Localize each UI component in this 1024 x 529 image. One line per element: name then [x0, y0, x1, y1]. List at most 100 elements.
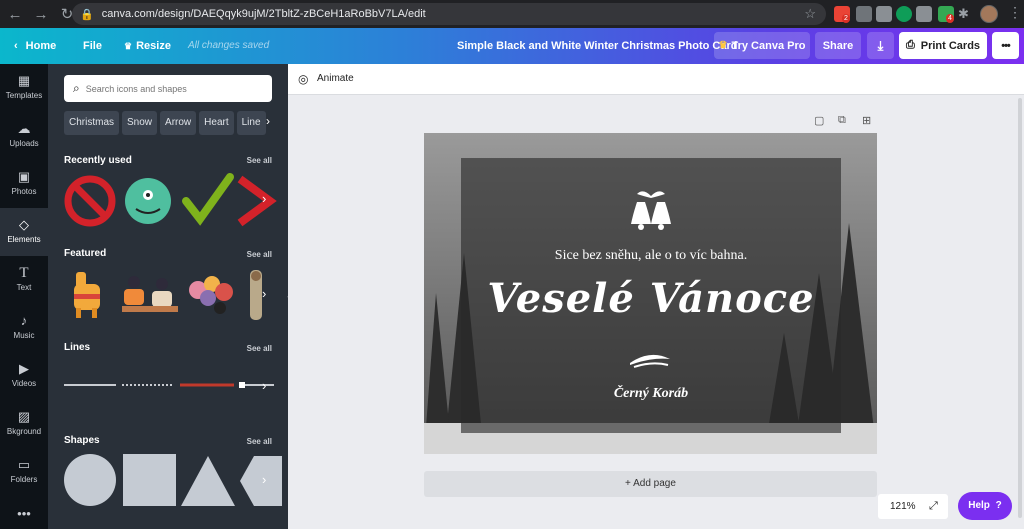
- chevron-right-icon[interactable]: ›: [262, 378, 266, 393]
- square-shape[interactable]: [123, 454, 176, 506]
- animate-button[interactable]: Animate: [317, 73, 354, 84]
- shapes-heading: Shapes: [64, 435, 100, 446]
- card-tagline[interactable]: Sice bez sněhu, ale o to víc bahna.: [461, 248, 841, 264]
- christmas-bells-icon[interactable]: [629, 188, 673, 230]
- search-box[interactable]: ⌕: [64, 75, 272, 102]
- cloud-upload-icon: ☁: [17, 121, 31, 136]
- question-icon: ?: [995, 500, 1002, 511]
- download-button[interactable]: ⤓: [867, 32, 894, 59]
- download-icon: ⤓: [877, 37, 884, 53]
- music-note-icon: ♪: [20, 313, 28, 328]
- sidebar-item-uploads[interactable]: ☁ Uploads: [0, 112, 48, 160]
- animate-toolbar: ◎ Animate: [288, 64, 1024, 95]
- resize-button[interactable]: ♛ Resize: [124, 28, 171, 64]
- circle-shape[interactable]: [64, 454, 116, 506]
- print-extension-icon[interactable]: [876, 6, 892, 22]
- text-t-icon: T: [19, 265, 29, 281]
- add-page-icon[interactable]: ⊞: [862, 114, 871, 127]
- animate-icon[interactable]: ◎: [298, 72, 308, 86]
- more-options-button[interactable]: •••: [992, 32, 1019, 59]
- duplicate-page-icon[interactable]: ⧉: [838, 114, 846, 127]
- file-menu-button[interactable]: File: [83, 28, 102, 64]
- camera-extension-icon[interactable]: [916, 6, 932, 22]
- sidebar-item-text[interactable]: T Text: [0, 256, 48, 304]
- chip-christmas[interactable]: Christmas: [64, 111, 120, 135]
- sidebar-item-templates[interactable]: ▦ Templates: [0, 64, 48, 112]
- flower-bouquet-illustration[interactable]: [189, 276, 233, 314]
- sidebar-item-videos[interactable]: ▶ Videos: [0, 352, 48, 400]
- editor-topbar: ‹ Home File ♛ Resize All changes saved Sim…: [0, 28, 1024, 64]
- chip-heart[interactable]: Heart: [199, 111, 234, 135]
- sidebar-item-more[interactable]: •••: [0, 496, 48, 529]
- chip-arrow[interactable]: Arrow: [160, 111, 197, 135]
- lines-row: [64, 382, 274, 388]
- search-input[interactable]: [85, 83, 256, 94]
- recently-used-see-all[interactable]: See all: [247, 156, 272, 165]
- puzzle-icon[interactable]: ✱: [958, 6, 974, 22]
- people-sitting-illustration[interactable]: [122, 276, 178, 312]
- home-button[interactable]: ‹ Home: [14, 28, 56, 64]
- sidebar-item-elements[interactable]: ◇ Elements: [0, 208, 48, 256]
- chip-snow[interactable]: Snow: [122, 111, 158, 135]
- pentagon-shape[interactable]: [240, 456, 282, 506]
- ext-badge: 4: [946, 14, 954, 23]
- profile-avatar[interactable]: [980, 5, 998, 23]
- lock-icon: 🔒: [80, 8, 94, 21]
- shapes-see-all[interactable]: See all: [247, 437, 272, 446]
- chevron-right-icon[interactable]: ›: [266, 114, 270, 128]
- forward-icon[interactable]: →: [30, 6, 52, 23]
- card-signature[interactable]: Černý Koráb: [461, 386, 841, 402]
- llama-illustration[interactable]: [74, 272, 100, 318]
- back-icon[interactable]: ←: [4, 6, 26, 23]
- chevron-right-icon[interactable]: ›: [262, 472, 266, 487]
- lines-see-all[interactable]: See all: [247, 344, 272, 353]
- background-pattern-icon: ▨: [17, 409, 31, 424]
- chevron-right-icon[interactable]: ›: [262, 286, 266, 301]
- ornament-swirl-icon[interactable]: [628, 353, 672, 369]
- sidebar-item-folders[interactable]: ▭ Folders: [0, 448, 48, 496]
- sidebar-item-music[interactable]: ♪ Music: [0, 304, 48, 352]
- vertical-scrollbar[interactable]: [1018, 98, 1022, 518]
- share-button[interactable]: Share: [815, 32, 861, 59]
- shapes-row: [64, 454, 282, 506]
- design-title[interactable]: Simple Black and White Winter Christmas …: [457, 28, 737, 64]
- featured-see-all[interactable]: See all: [247, 250, 272, 259]
- chip-line[interactable]: Line: [236, 111, 266, 135]
- fullscreen-icon[interactable]: ⤢: [929, 494, 938, 519]
- mail-badge: 2: [842, 14, 850, 23]
- evernote-extension-icon[interactable]: [896, 6, 912, 22]
- design-card[interactable]: Sice bez sněhu, ale o to víc bahna. Vese…: [424, 133, 877, 454]
- help-button[interactable]: Help ?: [958, 492, 1012, 520]
- address-bar[interactable]: 🔒 canva.com/design/DAEQqyk9ujM/2TbltZ-zB…: [72, 3, 826, 25]
- bookmark-star-icon[interactable]: ☆: [804, 6, 816, 22]
- chevron-right-icon[interactable]: ›: [262, 191, 266, 206]
- card-greeting[interactable]: Veselé Vánoce: [461, 275, 841, 322]
- featured-row: [74, 270, 262, 320]
- search-icon: ⌕: [73, 81, 80, 95]
- snowman-illustration[interactable]: [250, 270, 262, 320]
- sidebar-item-photos[interactable]: ▣ Photos: [0, 160, 48, 208]
- triangle-shape[interactable]: [181, 456, 235, 506]
- drive-extension-icon[interactable]: [856, 6, 872, 22]
- sidebar-item-background[interactable]: ▨ Bkground: [0, 400, 48, 448]
- add-page-button[interactable]: + Add page: [424, 471, 877, 497]
- checkmark-icon[interactable]: [182, 173, 234, 226]
- prohibited-sign-icon[interactable]: [64, 175, 116, 227]
- url-text: canva.com/design/DAEQqyk9ujM/2TbltZ-zBCe…: [101, 8, 426, 20]
- featured-heading: Featured: [64, 248, 107, 259]
- browser-menu-icon[interactable]: ⋮: [1008, 4, 1022, 21]
- crown-icon: ♛: [718, 40, 728, 51]
- video-icon: ▶: [19, 361, 29, 376]
- virus-icon[interactable]: [125, 178, 171, 224]
- arrow-line[interactable]: [239, 382, 274, 388]
- try-pro-button[interactable]: ♛ Try Canva Pro: [714, 32, 810, 59]
- editor-canvas-area: ◎ Animate ▢ ⧉ ⊞ Sice bez sněhu, ale o to…: [288, 64, 1024, 529]
- crown-icon: ♛: [124, 41, 133, 51]
- print-cards-button[interactable]: ⎙ Print Cards: [899, 32, 987, 59]
- browser-toolbar: ← → ↻ 🔒 canva.com/design/DAEQqyk9ujM/2Tb…: [0, 0, 1024, 28]
- image-icon: ▣: [17, 169, 31, 184]
- zoom-control[interactable]: 121% ⤢: [878, 494, 948, 519]
- recently-used-heading: Recently used: [64, 155, 132, 166]
- keyword-chips: Christmas Snow Arrow Heart Line: [64, 111, 288, 135]
- page-notes-icon[interactable]: ▢: [814, 114, 824, 127]
